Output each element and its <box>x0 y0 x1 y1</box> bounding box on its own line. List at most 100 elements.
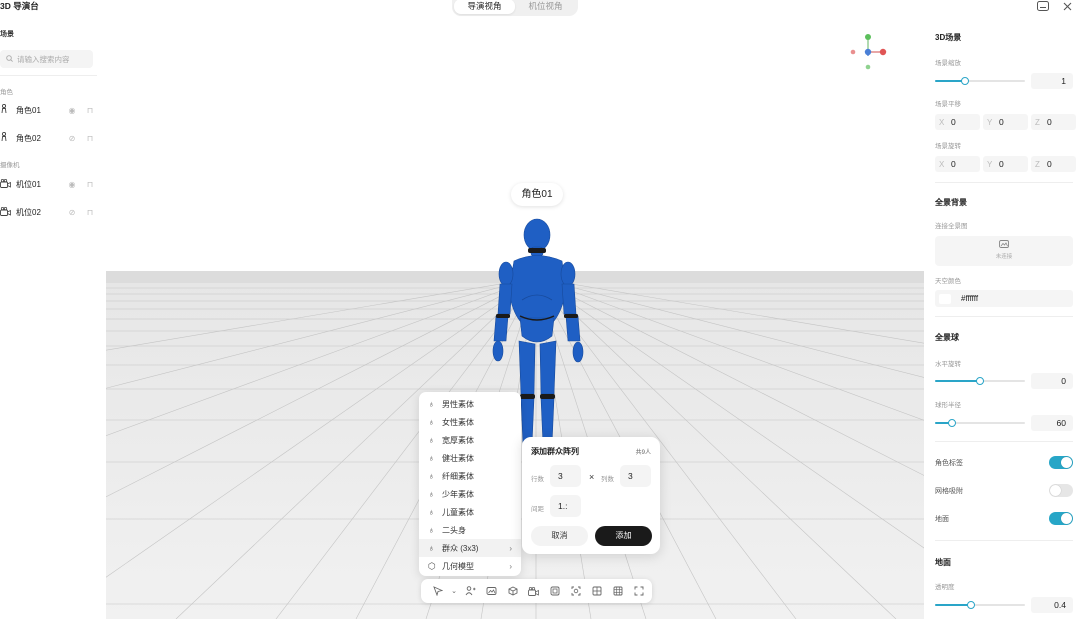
slider-thumb[interactable] <box>976 377 984 385</box>
list-item-character-02[interactable]: 角色02 ⊘ ⊓ <box>0 130 97 146</box>
menu-item-label: 群众 (3x3) <box>442 543 479 553</box>
list-item-character-01[interactable]: 角色01 ◉ ⊓ <box>0 102 97 118</box>
menu-item-strong-body[interactable]: ♁ 健壮素体 <box>419 449 521 467</box>
grid-snap-label: 网格吸附 <box>935 488 963 495</box>
list-item-camera-02[interactable]: 机位02 ⊘ ⊓ <box>0 204 97 220</box>
list-item-camera-01[interactable]: 机位01 ◉ ⊓ <box>0 176 97 192</box>
opacity-value[interactable]: 0.4 <box>1031 597 1073 613</box>
figure-icon: ♁ <box>428 489 435 499</box>
add-button[interactable]: 添加 <box>595 526 652 546</box>
scene-panel-title: 场景 <box>0 31 14 38</box>
cube-icon: ⬡ <box>428 560 436 571</box>
eye-off-icon[interactable]: ⊘ <box>65 134 79 143</box>
rot-y-field[interactable]: Y0 <box>983 156 1028 172</box>
horizontal-rotation-slider[interactable] <box>935 375 1025 387</box>
slider-thumb[interactable] <box>960 77 969 85</box>
ground-toggle[interactable] <box>1049 512 1073 525</box>
sky-color-field[interactable]: #ffffff <box>935 290 1073 307</box>
menu-item-female-body[interactable]: ♁ 女性素体 <box>419 413 521 431</box>
horizontal-rotation-label: 水平旋转 <box>935 361 961 368</box>
spacing-input[interactable]: 1.: <box>550 495 581 517</box>
radius-value[interactable]: 60 <box>1031 415 1073 431</box>
eye-icon[interactable]: ◉ <box>65 106 79 115</box>
opacity-slider[interactable] <box>935 599 1025 611</box>
slider-thumb[interactable] <box>948 419 957 427</box>
divider <box>0 75 97 76</box>
panorama-icon[interactable] <box>481 581 502 601</box>
grid-icon[interactable] <box>586 581 607 601</box>
select-icon[interactable] <box>427 581 448 601</box>
spacing-label: 间距 <box>531 506 544 513</box>
menu-item-slim-body[interactable]: ♁ 纤细素体 <box>419 467 521 485</box>
add-character-icon[interactable] <box>460 581 481 601</box>
grid-large-icon[interactable] <box>607 581 628 601</box>
link-status: 未连接 <box>995 254 1013 260</box>
character-tag-toggle[interactable] <box>1049 456 1073 469</box>
eye-off-icon[interactable]: ⊘ <box>65 208 79 217</box>
list-item-label: 角色01 <box>16 105 41 115</box>
rot-x-field[interactable]: X0 <box>935 156 980 172</box>
rows-input[interactable]: 3 <box>550 465 581 487</box>
menu-item-teen-body[interactable]: ♁ 少年素体 <box>419 485 521 503</box>
pan-z-value: 0 <box>1047 117 1052 127</box>
figure-icon: ♁ <box>428 507 435 517</box>
pan-z-field[interactable]: Z0 <box>1031 114 1076 130</box>
radius-slider[interactable] <box>935 417 1025 429</box>
lock-icon[interactable]: ⊓ <box>83 208 97 217</box>
menu-item-broad-body[interactable]: ♁ 宽厚素体 <box>419 431 521 449</box>
rot-z-field[interactable]: Z0 <box>1031 156 1076 172</box>
search-box[interactable] <box>0 50 93 68</box>
cols-input[interactable]: 3 <box>620 465 651 487</box>
chevron-down-icon[interactable]: ⌄ <box>448 581 460 601</box>
menu-item-child-body[interactable]: ♁ 儿童素体 <box>419 503 521 521</box>
top-icons <box>1036 0 1074 12</box>
menu-item-chibi[interactable]: ♁ 二头身 <box>419 521 521 539</box>
lock-icon[interactable]: ⊓ <box>83 134 97 143</box>
pan-y-field[interactable]: Y0 <box>983 114 1028 130</box>
lock-icon[interactable]: ⊓ <box>83 106 97 115</box>
color-swatch[interactable] <box>939 293 951 304</box>
radius-label: 球形半径 <box>935 402 961 409</box>
group-label-characters: 角色 <box>0 89 13 96</box>
pan-x-field[interactable]: X0 <box>935 114 980 130</box>
menu-item-crowd[interactable]: ♁ 群众 (3x3) › <box>419 539 521 557</box>
close-icon[interactable] <box>1061 0 1074 12</box>
fullscreen-icon[interactable] <box>628 581 649 601</box>
camera-icon[interactable] <box>523 581 544 601</box>
focus-icon[interactable] <box>565 581 586 601</box>
axis-label: Y <box>987 159 993 169</box>
tab-camera-view[interactable]: 机位视角 <box>515 0 576 14</box>
eye-icon[interactable]: ◉ <box>65 180 79 189</box>
scale-value[interactable]: 1 <box>1031 73 1073 89</box>
search-input[interactable] <box>17 54 87 64</box>
menu-item-label: 几何模型 <box>442 561 474 571</box>
crowd-count: 共9人 <box>635 450 651 456</box>
cols-label: 列数 <box>601 476 614 483</box>
cancel-button[interactable]: 取消 <box>531 526 588 546</box>
pan-xyz: X0 Y0 Z0 <box>935 114 1076 130</box>
link-panorama-button[interactable]: 未连接 <box>935 236 1073 266</box>
cube-icon[interactable] <box>502 581 523 601</box>
axis-label: X <box>939 117 945 127</box>
subtitle-icon[interactable] <box>1036 0 1049 12</box>
frame-icon[interactable] <box>544 581 565 601</box>
axis-label: X <box>939 159 945 169</box>
menu-item-label: 纤细素体 <box>442 471 474 481</box>
background-title: 全景背景 <box>935 198 967 207</box>
tab-director-view[interactable]: 导演视角 <box>454 0 515 14</box>
lock-icon[interactable]: ⊓ <box>83 180 97 189</box>
grid-snap-toggle[interactable] <box>1049 484 1073 497</box>
horizontal-rotation-value[interactable]: 0 <box>1031 373 1073 389</box>
scale-slider[interactable] <box>935 75 1025 87</box>
axis-gizmo-icon[interactable] <box>845 32 889 72</box>
menu-item-male-body[interactable]: ♁ 男性素体 <box>419 395 521 413</box>
pan-x-value: 0 <box>951 117 956 127</box>
menu-item-label: 女性素体 <box>442 417 474 427</box>
character-tag-row: 角色标签 <box>935 455 1073 471</box>
panorama-icon <box>935 240 1073 250</box>
slider-thumb[interactable] <box>967 601 975 609</box>
menu-item-geometry[interactable]: ⬡ 几何模型 › <box>419 557 521 575</box>
figure-icon: ♁ <box>428 435 435 445</box>
character-tag-label: 角色标签 <box>935 460 963 467</box>
rotation-xyz: X0 Y0 Z0 <box>935 156 1076 172</box>
